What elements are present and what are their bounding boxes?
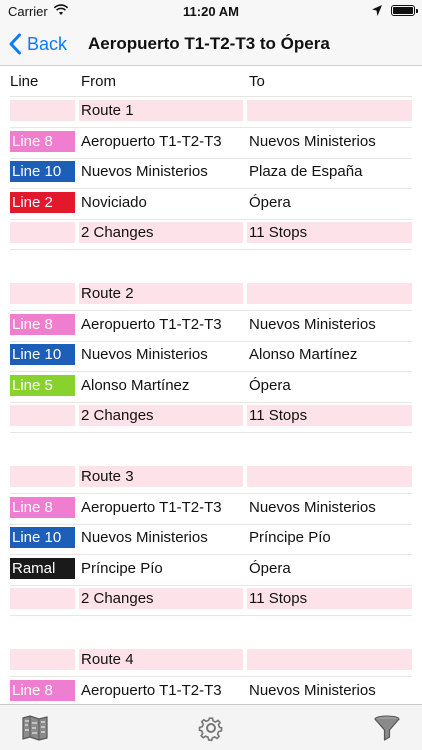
from-station: Príncipe Pío: [81, 559, 163, 577]
table-header: Line From To: [0, 66, 422, 96]
from-station: Aeropuerto T1-T2-T3: [81, 315, 222, 333]
from-station: Alonso Martínez: [81, 376, 190, 394]
location-arrow-icon: [372, 5, 382, 16]
settings-tab[interactable]: [196, 713, 226, 743]
header-from: From: [81, 73, 116, 90]
route-to-cell: [247, 649, 412, 670]
line-badge: Line 10: [10, 344, 75, 365]
from-station: Aeropuerto T1-T2-T3: [81, 681, 222, 699]
route-leg-row[interactable]: Line 10 Nuevos Ministerios Príncipe Pío: [10, 527, 412, 555]
route-leg-row[interactable]: Line 8 Aeropuerto T1-T2-T3 Nuevos Minister…: [10, 130, 412, 159]
filter-tab[interactable]: [372, 713, 402, 743]
summary-line-cell: [10, 405, 75, 426]
to-station: Nuevos Ministerios: [249, 315, 376, 333]
line-badge: Line 10: [10, 161, 75, 182]
from-station: Noviciado: [81, 193, 147, 211]
header-to: To: [249, 73, 265, 90]
to-station: Ópera: [249, 559, 291, 577]
filter-icon: [374, 715, 400, 741]
stops-count: 11 Stops: [247, 405, 412, 426]
changes-count: 2 Changes: [79, 588, 243, 609]
route-to-cell: [247, 466, 412, 487]
status-time: 11:20 AM: [183, 4, 239, 19]
route-line-cell: [10, 100, 75, 121]
summary-line-cell: [10, 588, 75, 609]
page-title: Aeropuerto T1-T2-T3 to Ópera: [88, 34, 330, 53]
route-leg-row[interactable]: Line 5 Alonso Martínez Ópera: [10, 374, 412, 403]
route-line-cell: [10, 649, 75, 670]
route-leg-row[interactable]: Line 10 Nuevos Ministerios Plaza de España: [10, 161, 412, 189]
from-station: Nuevos Ministerios: [81, 529, 208, 546]
route-title: Route 3: [79, 466, 243, 487]
route-title: Route 2: [79, 283, 243, 304]
map-tab[interactable]: [20, 713, 50, 743]
routes-table[interactable]: Line From To Route 1 Line 8 Aeropuerto T1-…: [0, 66, 422, 704]
route-summary-row[interactable]: 2 Changes 11 Stops: [10, 405, 412, 433]
line-badge: Line 10: [10, 527, 75, 548]
changes-count: 2 Changes: [79, 405, 243, 426]
line-badge: Line 2: [10, 191, 75, 213]
from-station: Aeropuerto T1-T2-T3: [81, 132, 222, 150]
from-station: Nuevos Ministerios: [81, 346, 208, 363]
route-title: Route 4: [79, 649, 243, 670]
line-badge: Line 5: [10, 374, 75, 396]
summary-line-cell: [10, 222, 75, 243]
stops-count: 11 Stops: [247, 222, 412, 243]
route-header-row[interactable]: Route 3: [10, 466, 412, 494]
back-label: Back: [27, 33, 68, 54]
route-header-row[interactable]: Route 4: [10, 649, 412, 677]
route-leg-row[interactable]: Ramal Príncipe Pío Ópera: [10, 557, 412, 586]
gear-icon: [198, 717, 223, 742]
chevron-left-icon: [9, 33, 21, 55]
battery-icon: [391, 5, 418, 16]
route-line-cell: [10, 466, 75, 487]
route-leg-row[interactable]: Line 10 Nuevos Ministerios Alonso Martínez: [10, 344, 412, 372]
to-station: Plaza de España: [249, 163, 363, 180]
tab-bar: [0, 704, 422, 750]
stops-count: 11 Stops: [247, 588, 412, 609]
map-icon: [22, 715, 48, 741]
to-station: Príncipe Pío: [249, 529, 331, 546]
line-badge: Line 8: [10, 313, 75, 335]
line-badge: Line 8: [10, 130, 75, 152]
route-line-cell: [10, 283, 75, 304]
navigation-bar: Back Aeropuerto T1-T2-T3 to Ópera: [0, 22, 422, 66]
route-summary-row[interactable]: 2 Changes 11 Stops: [10, 588, 412, 616]
header-divider: [10, 96, 412, 97]
changes-count: 2 Changes: [79, 222, 243, 243]
to-station: Nuevos Ministerios: [249, 681, 376, 699]
line-badge: Line 8: [10, 679, 75, 701]
to-station: Ópera: [249, 376, 291, 394]
status-bar: Carrier 11:20 AM: [0, 0, 422, 22]
route-title: Route 1: [79, 100, 243, 121]
route-leg-row[interactable]: Line 2 Noviciado Ópera: [10, 191, 412, 220]
from-station: Aeropuerto T1-T2-T3: [81, 498, 222, 516]
header-line: Line: [10, 73, 39, 90]
back-button[interactable]: Back: [8, 31, 67, 57]
route-leg-row[interactable]: Line 8 Aeropuerto T1-T2-T3 Nuevos Minister…: [10, 313, 412, 342]
to-station: Nuevos Ministerios: [249, 132, 376, 150]
route-leg-row[interactable]: Line 8 Aeropuerto T1-T2-T3 Nuevos Minister…: [10, 679, 412, 704]
to-station: Nuevos Ministerios: [249, 498, 376, 516]
route-leg-row[interactable]: Line 8 Aeropuerto T1-T2-T3 Nuevos Minister…: [10, 496, 412, 525]
to-station: Alonso Martínez: [249, 346, 358, 363]
to-station: Ópera: [249, 193, 291, 211]
route-to-cell: [247, 100, 412, 121]
route-header-row[interactable]: Route 2: [10, 283, 412, 311]
route-summary-row[interactable]: 2 Changes 11 Stops: [10, 222, 412, 250]
route-to-cell: [247, 283, 412, 304]
line-badge: Line 8: [10, 496, 75, 518]
line-badge: Ramal: [10, 557, 75, 579]
from-station: Nuevos Ministerios: [81, 163, 208, 180]
route-header-row[interactable]: Route 1: [10, 100, 412, 128]
